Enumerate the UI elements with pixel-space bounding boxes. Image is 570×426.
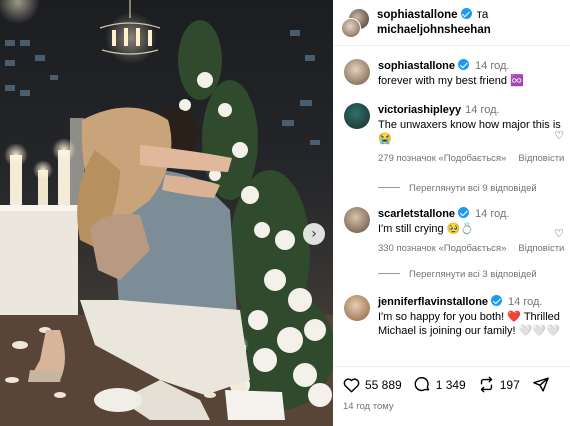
avatar[interactable] (344, 207, 370, 233)
caption-username[interactable]: sophiastallone (378, 60, 455, 72)
post-actions: 55 889 1 349 197 14 год тому (333, 366, 570, 426)
collab-avatars[interactable] (341, 8, 371, 38)
avatar[interactable] (344, 59, 370, 85)
post-side-panel: sophiastallone та michaeljohnsheehan sop… (333, 0, 570, 426)
comment-time: 14 год. (508, 296, 543, 308)
comment-username[interactable]: victoriashipleyy (378, 104, 461, 116)
caption-text: forever with my best friend ♾️ (378, 75, 524, 87)
comments-list: sophiastallone 14 год. forever with my be… (333, 47, 570, 365)
comment-like-count[interactable]: 330 позначок «Подобається» (378, 243, 506, 254)
author-1-link[interactable]: sophiastallone (377, 9, 458, 21)
divider (378, 187, 400, 188)
chevron-right-icon: › (311, 226, 317, 242)
comment-like-count[interactable]: 279 позначок «Подобається» (378, 153, 506, 164)
verified-badge-icon (458, 59, 470, 70)
comment-text: I'm so happy for you both! ❤️ Thrilled M… (378, 311, 560, 337)
view-replies-button[interactable]: Переглянути всі 9 відповідей (378, 183, 537, 194)
post-header: sophiastallone та michaeljohnsheehan (333, 0, 570, 46)
post-timestamp: 14 год тому (343, 401, 394, 412)
heart-icon[interactable]: ♡ (554, 227, 564, 240)
post-photo: › (0, 0, 333, 426)
comment-text: I'm still crying 🥹💍 (378, 223, 475, 235)
share-button[interactable] (532, 376, 555, 393)
comment-text: The unwaxers know how major this is 😭 (378, 119, 561, 145)
repost-button[interactable]: 197 (478, 376, 520, 393)
comment-time: 14 год. (465, 104, 500, 116)
engagement-photo-illustration (0, 0, 333, 426)
comment-count: 1 349 (435, 377, 466, 392)
reply-button[interactable]: Відповісти (518, 153, 564, 164)
comment-time: 14 год. (475, 208, 510, 220)
verified-badge-icon (458, 207, 470, 218)
comment-button[interactable]: 1 349 (414, 376, 466, 393)
send-icon (532, 377, 549, 392)
heart-icon[interactable]: ♡ (554, 129, 564, 142)
collab-authors: sophiastallone та michaeljohnsheehan (377, 8, 491, 38)
divider (378, 273, 400, 274)
avatar[interactable] (344, 103, 370, 129)
view-replies-label: Переглянути всі 9 відповідей (409, 183, 537, 194)
verified-badge-icon (460, 8, 472, 19)
comment-username[interactable]: jenniferflavinstallone (378, 296, 488, 308)
avatar[interactable] (344, 295, 370, 321)
next-photo-button[interactable]: › (303, 223, 325, 245)
reply-button[interactable]: Відповісти (518, 243, 564, 254)
heart-icon (343, 377, 360, 392)
like-count: 55 889 (365, 377, 402, 392)
comment-bubble-icon (414, 377, 429, 392)
like-button[interactable]: 55 889 (343, 377, 402, 393)
authors-joiner: та (476, 9, 489, 21)
author-2-link[interactable]: michaeljohnsheehan (377, 23, 491, 38)
repost-count: 197 (499, 377, 520, 392)
view-replies-button[interactable]: Переглянути всі 3 відповідей (378, 269, 537, 280)
view-replies-label: Переглянути всі 3 відповідей (409, 269, 537, 280)
repost-icon (480, 376, 492, 393)
avatar-author-2[interactable] (341, 18, 361, 38)
verified-badge-icon (491, 295, 503, 306)
caption-time: 14 год. (475, 60, 510, 72)
comment-username[interactable]: scarletstallone (378, 208, 455, 220)
